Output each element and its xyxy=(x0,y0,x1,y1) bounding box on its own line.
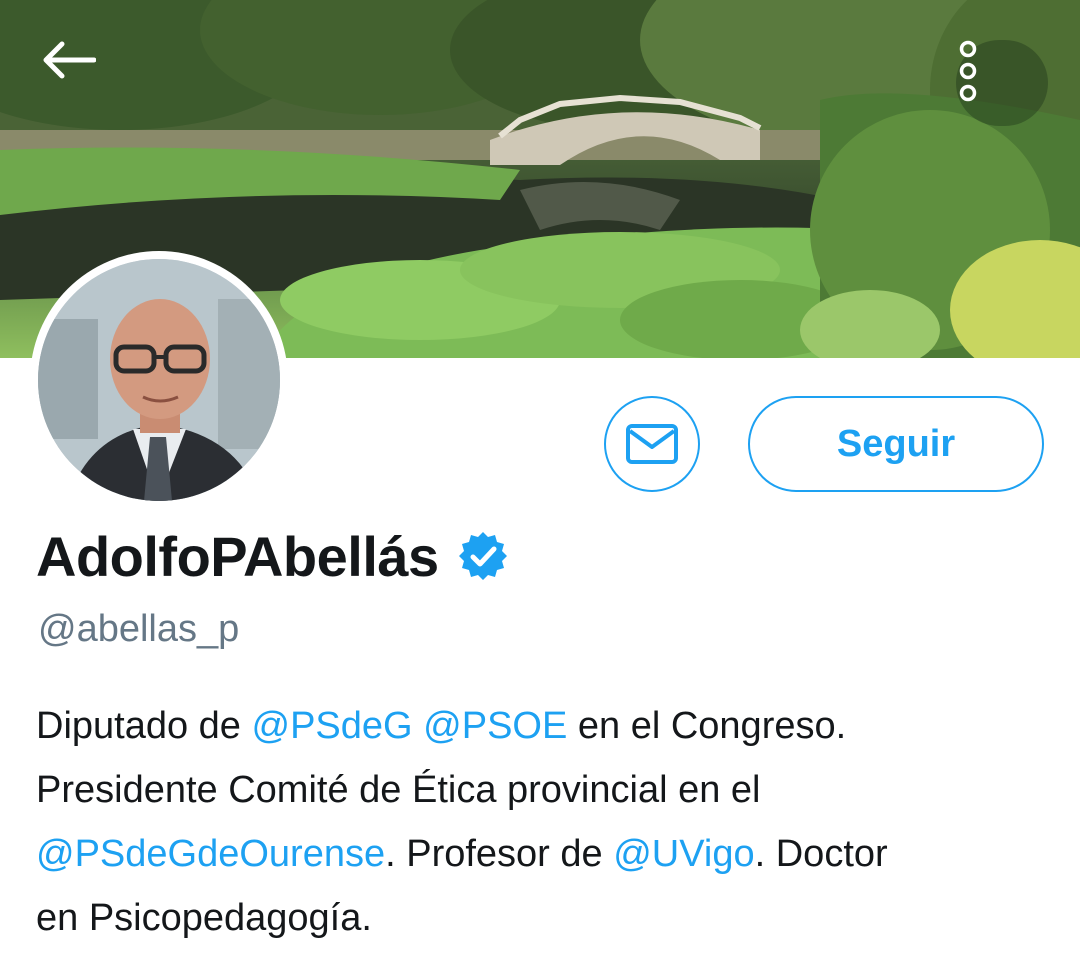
display-name-row: AdolfoPAbellás xyxy=(36,518,509,594)
mention-link-psdeg[interactable]: @PSdeG xyxy=(252,705,413,747)
vertical-ellipsis-icon xyxy=(959,40,977,102)
mention-link-uvigo[interactable]: @UVigo xyxy=(613,833,754,875)
follow-button-label: Seguir xyxy=(836,422,956,465)
follow-button[interactable]: Seguir xyxy=(748,396,1044,492)
more-options-button[interactable] xyxy=(956,40,1048,126)
profile-page: Seguir AdolfoPAbellás @abellas_p Diputad… xyxy=(0,0,1080,964)
arrow-left-icon xyxy=(43,41,96,79)
back-button[interactable] xyxy=(40,40,130,130)
profile-avatar[interactable] xyxy=(30,251,288,509)
mention-link-psdegdeourense[interactable]: @PSdeGdeOurense xyxy=(36,833,385,875)
bio-line-4: en Psicopedagogía. xyxy=(36,897,372,939)
bio-text xyxy=(413,705,424,747)
envelope-icon xyxy=(626,424,678,464)
bio-line-2: Presidente Comité de Ética provincial en… xyxy=(36,769,761,811)
avatar-portrait-image xyxy=(38,259,280,501)
bio-line-1: Diputado de @PSdeG @PSOE en el Congreso. xyxy=(36,694,1046,758)
user-handle: @abellas_p xyxy=(38,608,240,650)
bio-text: . Doctor xyxy=(754,833,888,875)
mention-link-psoe[interactable]: @PSOE xyxy=(423,705,567,747)
bio-text: . Profesor de xyxy=(385,833,614,875)
verified-badge-icon xyxy=(458,532,507,580)
profile-bio: Diputado de @PSdeG @PSOE en el Congreso.… xyxy=(36,694,1046,950)
bio-text: en el Congreso. xyxy=(567,705,847,747)
display-name: AdolfoPAbellás xyxy=(36,524,439,588)
bio-line-3: @PSdeGdeOurense. Profesor de @UVigo. Doc… xyxy=(36,822,1046,886)
bio-text: Diputado de xyxy=(36,705,252,747)
avatar-photo xyxy=(38,259,280,501)
message-button[interactable] xyxy=(604,396,700,492)
